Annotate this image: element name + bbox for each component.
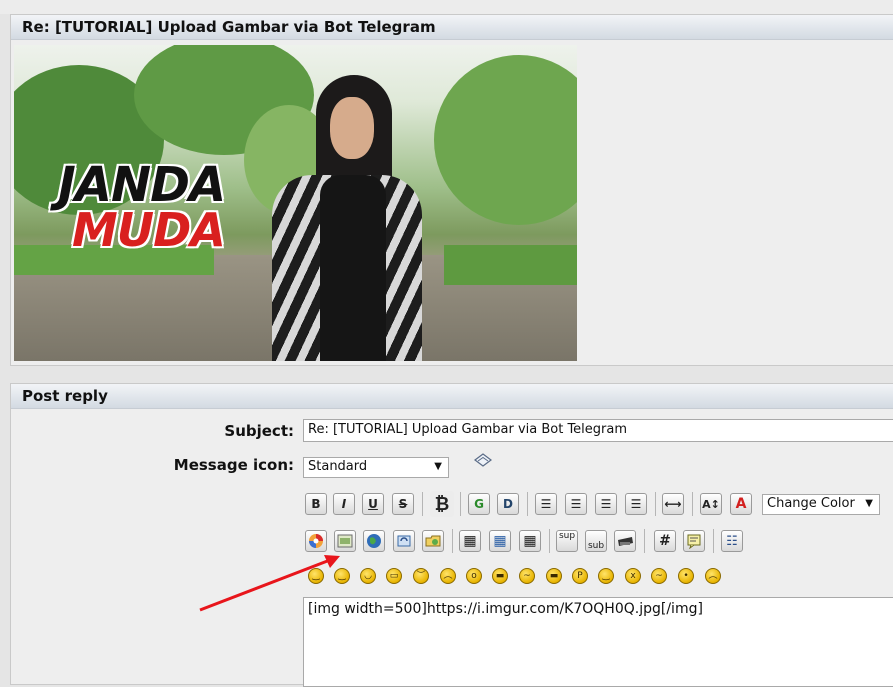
message-icon-preview — [472, 452, 492, 470]
refresh-icon — [397, 535, 411, 547]
align-right-icon: ☰ — [630, 497, 642, 511]
code-button[interactable]: # — [654, 530, 676, 552]
horizontal-rule-button[interactable]: ⟷ — [662, 493, 684, 515]
toolbar-separator — [655, 492, 656, 516]
undecided-icon[interactable]: ~ — [651, 568, 667, 584]
topic-title: Re: [TUTORIAL] Upload Gambar via Bot Tel… — [11, 15, 893, 40]
person-face — [330, 97, 374, 159]
align-justify-button[interactable]: ☰ — [565, 493, 587, 515]
cool-icon[interactable]: ▬ — [492, 568, 508, 584]
toolbar-separator — [692, 492, 693, 516]
tongue-icon[interactable]: P — [572, 568, 588, 584]
table-icon: ▦ — [463, 533, 477, 549]
person-shirt — [320, 175, 386, 361]
roll-eyes-icon[interactable]: ▬ — [546, 568, 562, 584]
sad-icon[interactable]: ︵ — [440, 568, 456, 584]
bitcoin-button[interactable]: ₿ — [430, 491, 454, 517]
align-right-button[interactable]: ☰ — [625, 493, 647, 515]
huh-icon[interactable]: ~ — [519, 568, 535, 584]
align-justify-icon: ☰ — [570, 497, 582, 511]
align-center-button[interactable]: ☰ — [595, 493, 617, 515]
image-text-muda: MUDA — [72, 203, 226, 257]
topic-panel: Re: [TUTORIAL] Upload Gambar via Bot Tel… — [10, 14, 893, 366]
teletype-button[interactable] — [614, 530, 636, 552]
toolbar-separator — [422, 492, 423, 516]
chevron-down-icon: ▼ — [865, 498, 873, 509]
quote-icon — [687, 534, 701, 549]
cry-icon[interactable]: ︵ — [705, 568, 721, 584]
toolbar-separator — [549, 529, 550, 553]
message-textarea[interactable]: [img width=500]https://i.imgur.com/K7OQH… — [303, 597, 893, 687]
annotation-arrow-icon — [199, 555, 340, 612]
table-column-icon: ▦ — [523, 533, 537, 549]
kiss-icon[interactable]: • — [678, 568, 694, 584]
font-size-button[interactable]: A↕ — [700, 493, 722, 515]
angry-icon[interactable]: ︶ — [413, 568, 429, 584]
message-icon-value: Standard — [308, 459, 368, 474]
insert-row-button[interactable]: ▦ — [489, 530, 511, 552]
folder-icon — [425, 535, 441, 547]
italic-button[interactable]: I — [333, 493, 355, 515]
toolbar-separator — [713, 529, 714, 553]
bold-button[interactable]: B — [305, 493, 327, 515]
lips-sealed-icon[interactable]: x — [625, 568, 641, 584]
align-left-icon: ☰ — [540, 497, 552, 511]
message-icon-label: Message icon: — [173, 456, 294, 474]
embarrassed-icon[interactable]: ‿ — [598, 568, 614, 584]
chevron-down-icon: ▼ — [434, 461, 442, 472]
typewriter-icon — [618, 537, 633, 546]
change-color-select[interactable]: Change Color ▼ — [762, 494, 880, 515]
email-button[interactable] — [422, 530, 444, 552]
subject-input[interactable]: Re: [TUTORIAL] Upload Gambar via Bot Tel… — [303, 419, 893, 442]
insert-link-button[interactable] — [363, 530, 385, 552]
globe-icon — [367, 534, 381, 548]
subscript-button[interactable]: sub — [585, 530, 607, 552]
subject-label: Subject: — [224, 422, 294, 440]
shadow-button[interactable]: D — [497, 493, 519, 515]
underline-button[interactable]: U — [362, 493, 384, 515]
horizontal-rule-icon: ⟷ — [664, 497, 682, 511]
insert-table-button[interactable]: ▦ — [459, 530, 481, 552]
insert-column-button[interactable]: ▦ — [519, 530, 541, 552]
list-button[interactable]: ☷ — [721, 530, 743, 552]
glow-button[interactable]: G — [468, 493, 490, 515]
toolbar-separator — [452, 529, 453, 553]
message-icon-select[interactable]: Standard ▼ — [303, 457, 449, 478]
change-color-value: Change Color — [767, 496, 855, 511]
toolbar-separator — [527, 492, 528, 516]
cheesy-icon[interactable]: ◡ — [360, 568, 376, 584]
shocked-icon[interactable]: o — [466, 568, 482, 584]
list-icon: ☷ — [726, 533, 738, 549]
strike-button[interactable]: S — [392, 493, 414, 515]
align-center-icon: ☰ — [600, 497, 612, 511]
top-band — [0, 0, 893, 14]
post-image: JANDA MUDA — [14, 45, 577, 361]
table-row-icon: ▦ — [493, 533, 507, 549]
font-color-button[interactable]: A — [730, 493, 752, 515]
quote-button[interactable] — [683, 530, 705, 552]
reply-header: Post reply — [11, 384, 893, 409]
ftp-link-button[interactable] — [393, 530, 415, 552]
align-left-button[interactable]: ☰ — [535, 493, 557, 515]
superscript-button[interactable]: sup — [556, 530, 578, 552]
toolbar-separator — [460, 492, 461, 516]
toolbar-separator — [644, 529, 645, 553]
grin-icon[interactable]: ▭ — [386, 568, 402, 584]
